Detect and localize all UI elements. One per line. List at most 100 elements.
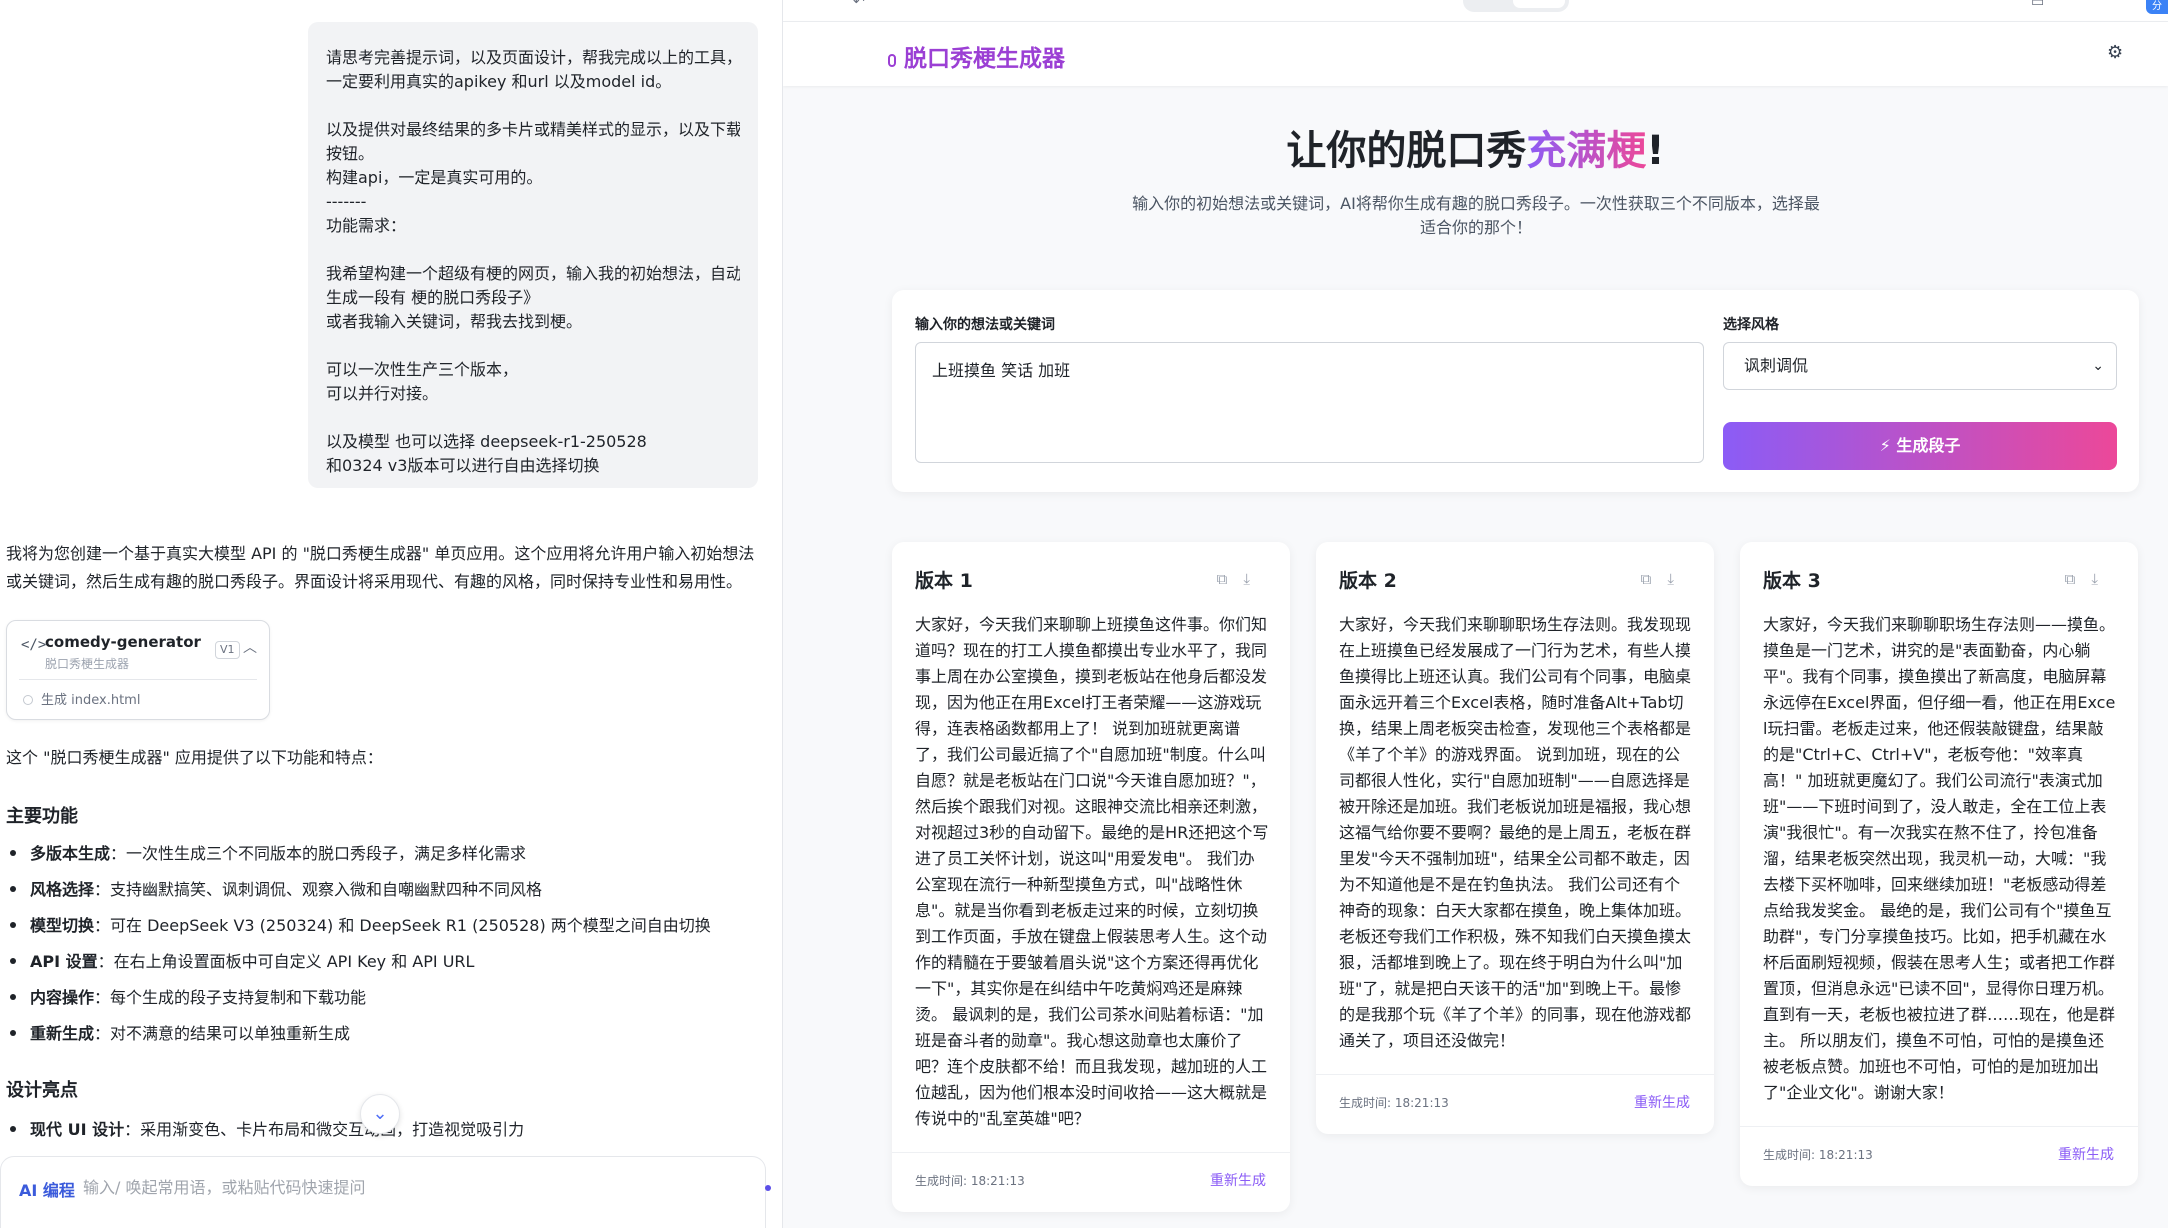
user-message-line	[326, 238, 740, 262]
design-item-name: 现代 UI 设计	[30, 1120, 125, 1139]
copy-icon[interactable]: ⧉	[2065, 570, 2092, 588]
feature-name: 重新生成	[30, 1024, 95, 1043]
bullet	[10, 921, 16, 928]
window-icon[interactable]: ▭	[2031, 0, 2044, 10]
user-message-line	[326, 406, 740, 430]
hero-title-suffix: !	[1646, 128, 1665, 174]
feature-desc: ：可在 DeepSeek V3 (250324) 和 DeepSeek R1 (…	[94, 916, 711, 935]
result-actions: ⧉⤓	[1217, 570, 1266, 588]
feature-desc: ：一次性生成三个不同版本的脱口秀段子，满足多样化需求	[110, 844, 527, 863]
assistant-intro-text: 我将为您创建一个基于真实大模型 API 的 "脱口秀梗生成器" 单页应用。这个应…	[6, 544, 755, 591]
bullet	[10, 993, 16, 1000]
feature-desc: ：支持幽默搞笑、讽刺调侃、观察入微和自嘲幽默四种不同风格	[94, 880, 543, 899]
brand-title: 脱口秀梗生成器	[888, 39, 1065, 73]
design-highlights-heading: 设计亮点	[6, 1080, 78, 1101]
design-item: 现代 UI 设计：采用渐变色、卡片布局和微交互动画，打造视觉吸引力	[10, 1118, 524, 1142]
hero-title-highlight: 充满梗	[1526, 128, 1647, 174]
style-label: 选择风格	[1723, 317, 1779, 333]
main-features-heading: 主要功能	[6, 806, 78, 827]
feature-desc: ：每个生成的段子支持复制和下载功能	[94, 988, 367, 1007]
divider	[19, 679, 257, 680]
download-icon[interactable]: ⤓	[2091, 570, 2114, 588]
feature-desc: ：在右上角设置面板中可自定义 API Key 和 API URL	[97, 952, 475, 971]
back-icon[interactable]: ↶	[853, 0, 865, 10]
idea-textarea[interactable]	[915, 342, 1704, 463]
status-dot	[765, 1185, 771, 1191]
hero-title-prefix: 让你的脱口秀	[1286, 128, 1527, 174]
bullet	[10, 885, 16, 892]
user-message-line: 以及提供对最终结果的多卡片或精美样式的显示，以及下载	[326, 120, 740, 139]
user-message-line: 一定要利用真实的apikey 和url 以及model id。	[326, 72, 672, 91]
feature-item: 模型切换：可在 DeepSeek V3 (250324) 和 DeepSeek …	[10, 914, 711, 938]
feature-name: 模型切换	[30, 916, 95, 935]
result-card: 版本 3 ⧉⤓ 大家好，今天我们来聊聊职场生存法则——摸鱼。摸鱼是一门艺术，讲究的是…	[1740, 542, 2138, 1186]
chat-input-box[interactable]: AI 编程	[0, 1156, 771, 1228]
chevron-down-icon: ⌄	[2092, 358, 2104, 374]
features-intro-text: 这个 "脱口秀梗生成器" 应用提供了以下功能和特点：	[6, 748, 383, 767]
chevron-down-icon: ⌄	[372, 1103, 388, 1124]
bullet	[10, 957, 16, 964]
regenerate-button[interactable]: 重新生成	[1210, 1170, 1266, 1190]
feature-name: 内容操作	[30, 988, 95, 1007]
preview-panel: ↶ ▭ 分 手 脱口秀梗生成器 ⚙ 让你的脱口秀充满梗! 输入你的初始想法或关键…	[783, 0, 2168, 1228]
user-message-line: 构建api，一定是真实可用的。	[326, 168, 543, 187]
feature-desc: ：对不满意的结果可以单独重新生成	[94, 1024, 351, 1043]
result-title: 版本 1	[915, 570, 973, 592]
generate-button[interactable]: ⚡ 生成段子	[1723, 422, 2117, 470]
hero-title: 让你的脱口秀充满梗!	[783, 118, 2168, 176]
view-toggle-knob	[1513, 0, 1565, 8]
result-timestamp: 生成时间: 18:21:13	[915, 1174, 1025, 1188]
feature-item: 重新生成：对不满意的结果可以单独重新生成	[10, 1022, 350, 1046]
idea-label: 输入你的想法或关键词	[915, 317, 1055, 333]
feature-item: 多版本生成：一次性生成三个不同版本的脱口秀段子，满足多样化需求	[10, 842, 526, 866]
regenerate-button[interactable]: 重新生成	[2058, 1144, 2114, 1164]
user-message-line	[326, 334, 740, 358]
ai-coding-label: AI 编程	[19, 1181, 75, 1200]
view-toggle[interactable]	[1463, 0, 1569, 12]
file-card-step: 生成 index.html	[41, 693, 141, 708]
copy-icon[interactable]: ⧉	[1217, 570, 1244, 588]
gear-icon[interactable]: ⚙	[2107, 42, 2123, 63]
user-message-line: 可以一次性生产三个版本，	[326, 360, 519, 379]
scroll-down-button[interactable]: ⌄	[360, 1094, 400, 1134]
side-tab-button[interactable]: 分	[2146, 0, 2168, 14]
chat-input[interactable]	[83, 1173, 723, 1201]
user-message-line: 按钮。	[326, 144, 375, 163]
divider	[1316, 1074, 1714, 1075]
feature-name: 风格选择	[30, 880, 95, 899]
feature-item: API 设置：在右上角设置面板中可自定义 API Key 和 API URL	[10, 950, 474, 974]
result-title: 版本 2	[1339, 570, 1397, 592]
user-message-line: 可以并行对接。	[326, 384, 439, 403]
copy-icon[interactable]: ⧉	[1641, 570, 1668, 588]
version-badge: V1	[215, 641, 240, 659]
result-text: 大家好，今天我们来聊聊职场生存法则——摸鱼。摸鱼是一门艺术，讲究的是"表面勤奋，…	[1763, 615, 2116, 1102]
file-artifact-card[interactable]: </> comedy-generator 脱口秀梗生成器 V1 ︿ 生成 ind…	[6, 620, 270, 720]
feature-name: API 设置	[30, 952, 98, 971]
hero-subtitle: 输入你的初始想法或关键词，AI将帮你生成有趣的脱口秀段子。一次性获取三个不同版本…	[1132, 194, 1820, 237]
result-actions: ⧉⤓	[2065, 570, 2114, 588]
user-message-line: 以及模型 也可以选择 deepseek-r1-250528	[326, 432, 647, 451]
code-icon: </>	[21, 637, 47, 653]
download-icon[interactable]: ⤓	[1667, 570, 1690, 588]
chevron-up-icon[interactable]: ︿	[243, 637, 257, 657]
step-status-icon	[23, 695, 33, 705]
user-message-line: 我希望构建一个超级有梗的网页，输入我的初始想法，自动	[326, 264, 740, 283]
design-item-desc: ：采用渐变色、卡片布局和微交互动画，打造视觉吸引力	[124, 1120, 525, 1139]
result-card: 版本 2 ⧉⤓ 大家好，今天我们来聊聊职场生存法则。我发现现在上班摸鱼已经发展成了一…	[1316, 542, 1714, 1134]
user-message-line: 生成一段有 梗的脱口秀段子》	[326, 288, 540, 307]
result-text: 大家好，今天我们来聊聊上班摸鱼这件事。你们知道吗？现在的打工人摸鱼都摸出专业水平…	[915, 615, 1269, 1128]
divider	[892, 1152, 1290, 1153]
result-text: 大家好，今天我们来聊聊职场生存法则。我发现现在上班摸鱼已经发展成了一门行为艺术，…	[1339, 615, 1692, 1050]
user-message-bubble: 请思考完善提示词，以及页面设计，帮我完成以上的工具， 一定要利用真实的apikey…	[308, 22, 758, 488]
file-card-subtitle: 脱口秀梗生成器	[45, 657, 130, 671]
bullet	[10, 849, 16, 856]
user-message-line: 或者我输入关键词，帮我去找到梗。	[326, 312, 583, 331]
download-icon[interactable]: ⤓	[1243, 570, 1266, 588]
user-message-line: 请思考完善提示词，以及页面设计，帮我完成以上的工具，	[326, 48, 740, 67]
result-timestamp: 生成时间: 18:21:13	[1339, 1096, 1449, 1110]
divider	[1740, 1126, 2138, 1127]
preview-toolbar: ↶ ▭	[783, 0, 2168, 22]
style-select[interactable]: 讽刺调侃 ⌄	[1723, 342, 2117, 390]
regenerate-button[interactable]: 重新生成	[1634, 1092, 1690, 1112]
user-message-line	[326, 94, 740, 118]
